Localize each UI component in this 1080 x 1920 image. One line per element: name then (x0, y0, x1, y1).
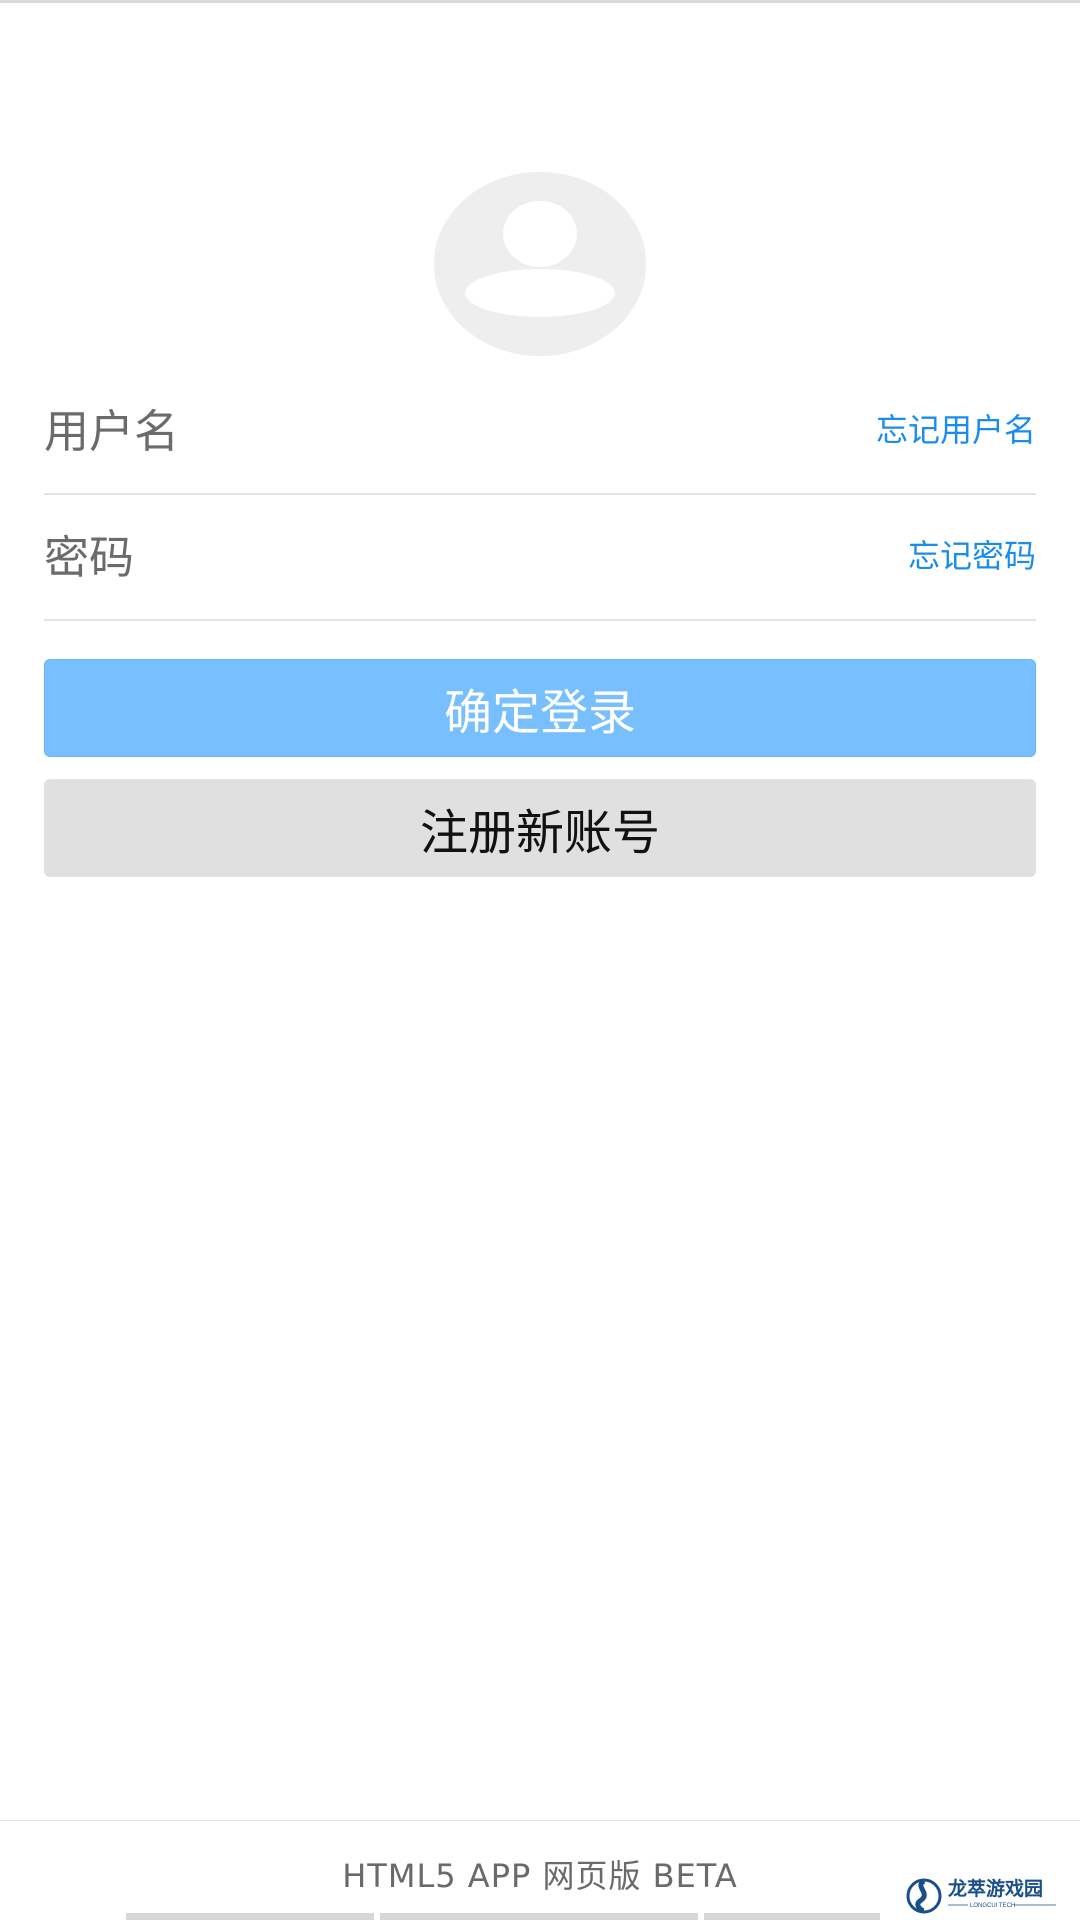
password-field-row: 忘记密码 (44, 495, 1036, 621)
watermark-sub-text: LONGCUI TECH (970, 1903, 1015, 1909)
forgot-username-link[interactable]: 忘记用户名 (876, 405, 1036, 451)
user-avatar-icon (434, 172, 646, 356)
watermark-brand-text: 龙萃游戏园 (948, 1877, 1043, 1900)
login-page: 忘记用户名 忘记密码 确定登录 注册新账号 HTML5 APP 网页版 BETA… (0, 0, 1080, 1920)
footer-tab-indicator (380, 1913, 698, 1920)
footer-tab-indicator (126, 1913, 374, 1920)
username-input[interactable] (44, 369, 744, 493)
forgot-password-link[interactable]: 忘记密码 (908, 531, 1036, 577)
username-field-row: 忘记用户名 (44, 369, 1036, 495)
footer-tab-indicator (704, 1913, 880, 1920)
top-divider (0, 0, 1080, 3)
register-button[interactable]: 注册新账号 (44, 779, 1036, 877)
login-button[interactable]: 确定登录 (44, 659, 1036, 757)
watermark-logo: 龙萃游戏园 LONGCUI TECH (906, 1875, 1076, 1917)
password-input[interactable] (44, 495, 744, 619)
